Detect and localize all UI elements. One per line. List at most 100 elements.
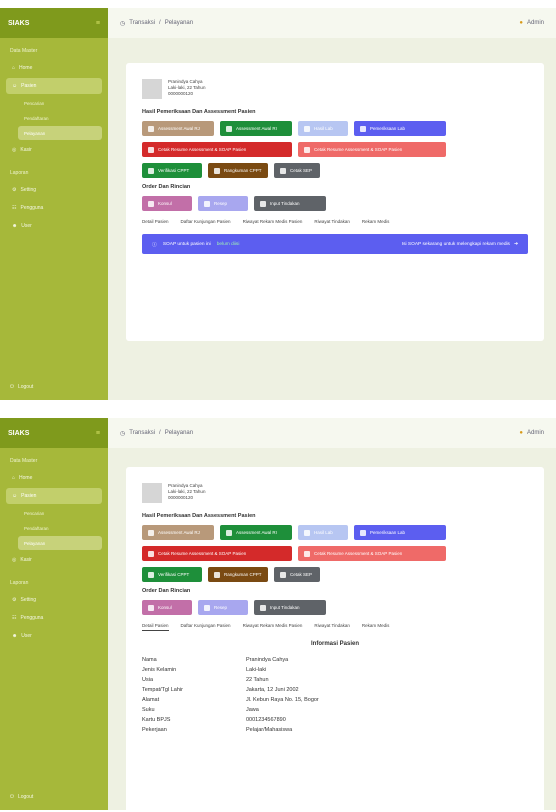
tab-daftar-kunjungan[interactable]: Daftar Kunjungan Pasien (181, 623, 231, 631)
rangkuman-cppt-button[interactable]: Rangkuman CPPT (208, 567, 268, 582)
input-tindakan-button[interactable]: Input Tindakan (254, 600, 326, 615)
tab-rekam-medis[interactable]: Rekam Medis (362, 623, 390, 631)
person-icon: ☻ (12, 633, 18, 639)
sidebar-sub-pendaftaran[interactable]: Pendaftaran (18, 521, 102, 535)
flask-icon (304, 529, 310, 536)
sidebar-item-pengguna[interactable]: ☷ Pengguna (6, 610, 102, 626)
sidebar-sub-pelayanan[interactable]: Pelayanan (18, 126, 102, 140)
patient-info-table: Nama Pranindya Cahya Jenis Kelamin Laki-la… (142, 655, 528, 735)
tab-riwayat-tindakan[interactable]: Riwayat Tindakan (314, 623, 350, 631)
doc-icon (226, 529, 232, 536)
verifikasi-cppt-button[interactable]: Verifikasi CPPT (142, 163, 202, 178)
section-title-order: Order Dan Rincian (142, 588, 191, 594)
info-row: Nama Pranindya Cahya (142, 657, 289, 663)
tab-daftar-kunjungan[interactable]: Daftar Kunjungan Pasien (181, 219, 231, 224)
print-icon (280, 571, 286, 578)
sidebar-sub-pencarian[interactable]: Pencarian (18, 96, 102, 110)
edit-icon (260, 604, 266, 611)
file-icon (360, 125, 366, 132)
sidebar-item-user[interactable]: ☻ User (6, 628, 102, 644)
fill-soap-link[interactable]: Isi SOAP sekarang untuk melengkapi rekam… (402, 242, 518, 247)
tab-rekam-medis[interactable]: Rekam Medis (362, 219, 390, 224)
sidebar-item-home[interactable]: ⌂ Home (6, 60, 102, 76)
input-tindakan-button[interactable]: Input Tindakan (254, 196, 326, 211)
logout-link[interactable]: ⏻ Logout (10, 384, 33, 390)
print-resume-button[interactable]: Cetak Resume Assessment & SOAP Pasien (142, 142, 292, 157)
app-logo: SIAKS (8, 19, 30, 27)
print-resume-button[interactable]: Cetak Resume Assessment & SOAP Pasien (142, 546, 292, 561)
assessment-rj-button[interactable]: Assessment Awal RJ (142, 121, 214, 136)
konsul-button[interactable]: Konsul (142, 600, 192, 615)
verifikasi-cppt-button[interactable]: Verifikasi CPPT (142, 567, 202, 582)
tab-detail-pasien[interactable]: Detail Pasien (142, 623, 169, 631)
resep-button[interactable]: Resep (198, 600, 248, 615)
sidebar-item-pasien[interactable]: ☺ Pasien (6, 78, 102, 94)
sidebar-item-user[interactable]: ☻ User (6, 218, 102, 234)
main-card: Pranindya Cahya Laki-laki, 22 Tahun 0000… (126, 63, 544, 341)
pemeriksaan-lab-button[interactable]: Pemeriksaan Lab (354, 121, 446, 136)
sidebar: SIAKS ≡ Data Master ⌂ Home ☺ Pasien Pencar… (0, 8, 108, 400)
pill-icon (204, 200, 210, 207)
chat-icon (148, 604, 154, 611)
clock-icon: ◷ (120, 20, 126, 27)
brand-bar: SIAKS ≡ (0, 418, 108, 448)
tab-riwayat-rekam-medis[interactable]: Riwayat Rekam Medis Pasien (243, 219, 303, 224)
sidebar-item-pengguna[interactable]: ☷ Pengguna (6, 200, 102, 216)
breadcrumb: ◷ Transaksi / Pelayanan (120, 20, 193, 27)
assessment-rj-button[interactable]: Assessment Awal RJ (142, 525, 214, 540)
list-icon (214, 571, 220, 578)
hasil-lab-button[interactable]: Hasil Lab (298, 121, 348, 136)
sidebar-sub-pencarian[interactable]: Pencarian (18, 506, 102, 520)
flask-icon (304, 125, 310, 132)
sidebar-item-pasien[interactable]: ☺ Pasien (6, 488, 102, 504)
print-resume-alt-button[interactable]: Cetak Resume Assessment & SOAP Pasien (298, 546, 446, 561)
person-icon: ☻ (12, 223, 18, 229)
breadcrumb-separator: / (159, 20, 161, 26)
avatar (142, 79, 162, 99)
assessment-ri-button[interactable]: Assessment Awal RI (220, 121, 292, 136)
app-logo: SIAKS (8, 429, 30, 437)
menu-toggle-icon[interactable]: ≡ (96, 430, 100, 437)
gear-icon: ⚙ (12, 187, 17, 193)
tab-riwayat-rekam-medis[interactable]: Riwayat Rekam Medis Pasien (243, 623, 303, 631)
hasil-lab-button[interactable]: Hasil Lab (298, 525, 348, 540)
section-title-assessment: Hasil Pemeriksaan Dan Assessment Pasien (142, 109, 256, 115)
section-title-order: Order Dan Rincian (142, 184, 191, 190)
soap-notice-text: SOAP untuk pasien ini (162, 241, 211, 247)
patient-line3: 0000000120 (168, 91, 194, 96)
sidebar-item-setting[interactable]: ⚙ Setting (6, 592, 102, 608)
sidebar-item-setting[interactable]: ⚙ Setting (6, 182, 102, 198)
sidebar-item-kasir[interactable]: ◎ Kasir (6, 142, 102, 158)
sidebar-item-kasir[interactable]: ◎ Kasir (6, 552, 102, 568)
user-menu[interactable]: ● Admin (519, 20, 544, 26)
tab-riwayat-tindakan[interactable]: Riwayat Tindakan (314, 219, 350, 224)
sidebar-item-home[interactable]: ⌂ Home (6, 470, 102, 486)
breadcrumb-parent[interactable]: Transaksi (129, 430, 155, 436)
menu-toggle-icon[interactable]: ≡ (96, 20, 100, 27)
rangkuman-cppt-button[interactable]: Rangkuman CPPT (208, 163, 268, 178)
cetak-sep-button[interactable]: Cetak SEP (274, 163, 320, 178)
resep-button[interactable]: Resep (198, 196, 248, 211)
pemeriksaan-lab-button[interactable]: Pemeriksaan Lab (354, 525, 446, 540)
sidebar: SIAKS ≡ Data Master ⌂ Home ☺ Pasien Pencar… (0, 418, 108, 810)
print-resume-alt-button[interactable]: Cetak Resume Assessment & SOAP Pasien (298, 142, 446, 157)
logout-link[interactable]: ⏻ Logout (10, 794, 33, 800)
brand-bar: SIAKS ≡ (0, 8, 108, 38)
user-menu[interactable]: ● Admin (519, 430, 544, 436)
breadcrumb-parent[interactable]: Transaksi (129, 20, 155, 26)
cetak-sep-button[interactable]: Cetak SEP (274, 567, 320, 582)
doc-icon (148, 529, 154, 536)
sidebar-sub-pelayanan[interactable]: Pelayanan (18, 536, 102, 550)
chat-icon (148, 200, 154, 207)
sidebar-section-main: Data Master (10, 458, 38, 464)
print-icon (304, 146, 310, 153)
avatar-icon: ● (519, 430, 523, 436)
arrow-right-icon: ➜ (513, 241, 518, 247)
sidebar-sub-pendaftaran[interactable]: Pendaftaran (18, 111, 102, 125)
tab-detail-pasien[interactable]: Detail Pasien (142, 219, 169, 224)
assessment-ri-button[interactable]: Assessment Awal RI (220, 525, 292, 540)
section-title-assessment: Hasil Pemeriksaan Dan Assessment Pasien (142, 513, 256, 519)
patient-info-title: Informasi Pasien (310, 641, 360, 647)
info-row: Alamat Jl. Kebun Raya No. 15, Bogor (142, 697, 319, 703)
konsul-button[interactable]: Konsul (142, 196, 192, 211)
